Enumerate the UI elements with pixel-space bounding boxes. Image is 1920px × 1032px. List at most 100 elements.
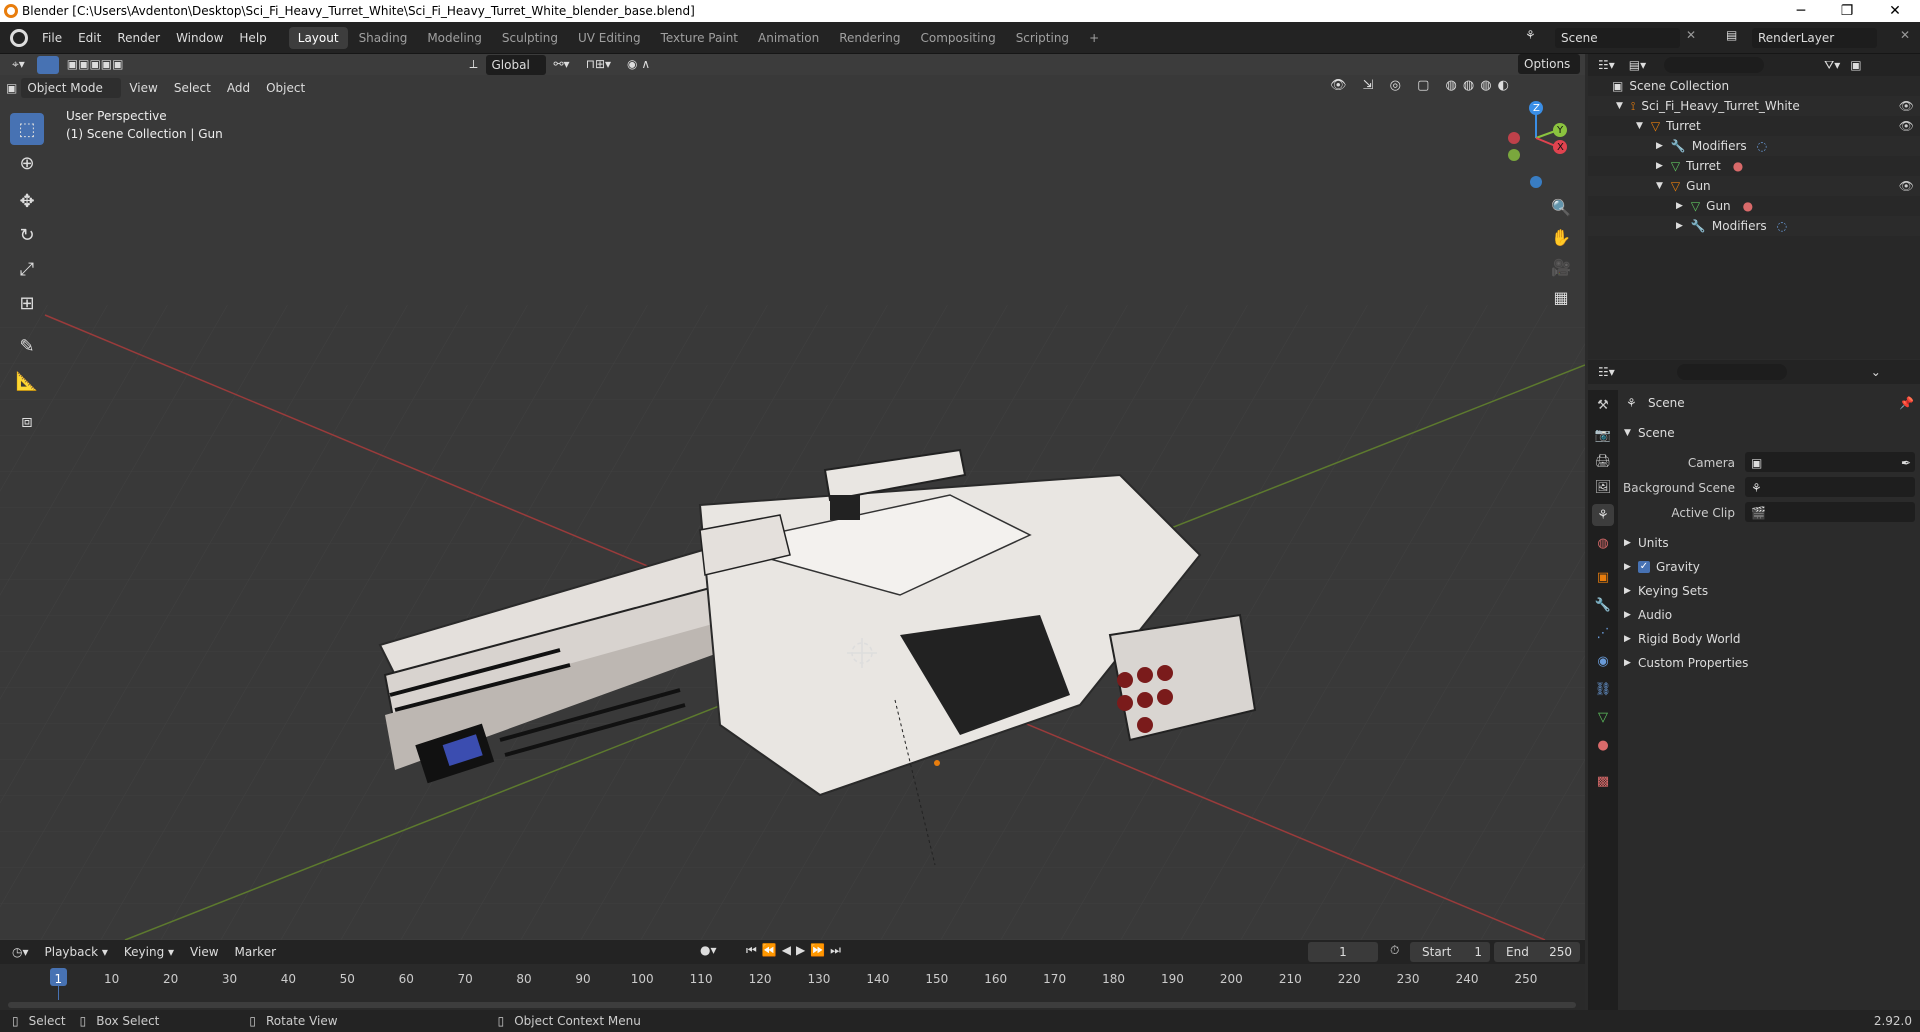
scene-close-icon[interactable]: ✕ — [1686, 28, 1696, 42]
menu-keying[interactable]: Keying ▾ — [116, 942, 182, 963]
3d-viewport[interactable]: Z Y X User Perspective (1) Scene Collect… — [0, 75, 1585, 940]
renderlayer-icon[interactable]: ▤ — [1726, 28, 1737, 42]
scene-panel-header[interactable]: ▼ Scene — [1620, 422, 1920, 444]
minimize-button[interactable]: ─ — [1778, 0, 1824, 22]
tab-layout[interactable]: Layout — [288, 26, 348, 49]
active-clip-field[interactable]: 🎬 — [1745, 502, 1915, 522]
modifier-tab-icon[interactable]: 🔧 — [1592, 594, 1614, 616]
display-mode-icon[interactable]: ▤▾ — [1629, 58, 1646, 72]
proportional-edit-icon[interactable]: ◉ ∧ — [619, 54, 658, 75]
zoom-button[interactable]: 🔍 — [1547, 193, 1575, 221]
annotate-tool[interactable]: ✎ — [10, 330, 44, 362]
gravity-panel-header[interactable]: ▶ ✓ Gravity — [1620, 556, 1920, 578]
pin-icon[interactable]: 📌 — [1899, 392, 1914, 414]
outliner-row[interactable]: ▶ ▽ Gun ● — [1588, 196, 1920, 216]
tab-shading[interactable]: Shading — [350, 27, 417, 49]
particles-tab-icon[interactable]: ⋰ — [1592, 622, 1614, 644]
tab-animation[interactable]: Animation — [749, 27, 828, 49]
start-frame-field[interactable]: Start 1 — [1410, 942, 1490, 962]
rigid-body-world-panel-header[interactable]: ▶ Rigid Body World — [1620, 628, 1920, 650]
timeline-scrollbar[interactable] — [8, 1002, 1576, 1008]
close-button[interactable]: ✕ — [1872, 0, 1918, 22]
menu-view[interactable]: View — [121, 78, 165, 99]
collapse-arrow-icon[interactable]: ▶ — [1656, 136, 1663, 156]
pan-button[interactable]: ✋ — [1547, 223, 1575, 251]
outliner-editor-icon[interactable]: ☷▾ — [1598, 58, 1615, 72]
selection-mode-icons[interactable]: ▣▣▣▣▣ — [59, 54, 132, 75]
outliner-row[interactable]: ▼ ▽ Turret 👁 — [1588, 116, 1920, 136]
menu-timeline-view[interactable]: View — [182, 942, 226, 963]
current-frame-field[interactable]: 1 — [1308, 942, 1378, 962]
cursor-tool[interactable]: ⊕ — [10, 147, 44, 179]
menu-select[interactable]: Select — [166, 78, 219, 99]
expand-arrow-icon[interactable]: ▼ — [1636, 116, 1643, 136]
tab-modeling[interactable]: Modeling — [418, 27, 491, 49]
select-box-tool[interactable]: ⬚ — [10, 113, 44, 145]
background-scene-field[interactable]: ⚘ — [1745, 477, 1915, 497]
tool-tab-icon[interactable]: ⚒ — [1592, 394, 1614, 416]
renderlayer-field[interactable]: RenderLayer — [1752, 28, 1877, 48]
outliner-row[interactable]: ▼ ▽ Gun 👁 — [1588, 176, 1920, 196]
physics-tab-icon[interactable]: ◉ — [1592, 650, 1614, 672]
tab-sculpting[interactable]: Sculpting — [493, 27, 567, 49]
outliner-search-input[interactable] — [1664, 57, 1765, 73]
outliner-row[interactable]: ▶ 🔧 Modifiers ◌ — [1588, 136, 1920, 156]
collapse-arrow-icon[interactable]: ▶ — [1676, 216, 1683, 236]
tab-uv-editing[interactable]: UV Editing — [569, 27, 650, 49]
visibility-eye-icon[interactable]: 👁 — [1899, 116, 1914, 136]
stopwatch-icon[interactable]: ⏱ — [1390, 943, 1399, 958]
data-tab-icon[interactable]: ▽ — [1592, 706, 1614, 728]
texture-tab-icon[interactable]: ▩ — [1592, 770, 1614, 792]
options-dropdown[interactable]: Options — [1518, 54, 1580, 74]
playback-controls[interactable]: ⏮⏪◀▶⏩⏭ — [746, 943, 846, 958]
material-tab-icon[interactable]: ● — [1592, 734, 1614, 756]
units-panel-header[interactable]: ▶ Units — [1620, 532, 1920, 554]
pivot-icon[interactable]: ⚯▾ — [546, 54, 578, 75]
add-workspace-button[interactable]: + — [1080, 27, 1108, 49]
tab-compositing[interactable]: Compositing — [911, 27, 1004, 49]
menu-render[interactable]: Render — [109, 22, 168, 54]
custom-properties-panel-header[interactable]: ▶ Custom Properties — [1620, 652, 1920, 674]
collapse-arrow-icon[interactable]: ▶ — [1676, 196, 1683, 216]
menu-edit[interactable]: Edit — [70, 22, 109, 54]
measure-tool[interactable]: 📐 — [10, 365, 44, 397]
rotate-tool[interactable]: ↻ — [10, 219, 44, 251]
menu-add[interactable]: Add — [219, 78, 258, 99]
constraints-tab-icon[interactable]: ⛓ — [1592, 678, 1614, 700]
ortho-toggle-button[interactable]: ▦ — [1547, 283, 1575, 311]
menu-object[interactable]: Object — [258, 78, 313, 99]
camera-field[interactable]: ▣ ✒ — [1745, 452, 1915, 472]
properties-options-icon[interactable]: ⌄ — [1871, 365, 1881, 379]
properties-editor-icon[interactable]: ☷▾ — [1598, 365, 1615, 379]
auto-keying-icon[interactable]: ●▾ — [700, 943, 717, 957]
menu-file[interactable]: File — [34, 22, 70, 54]
gravity-checkbox[interactable]: ✓ — [1638, 561, 1650, 573]
transform-orientation-dropdown[interactable]: Global — [485, 54, 546, 75]
output-tab-icon[interactable]: 🖨 — [1592, 450, 1614, 472]
renderlayer-close-icon[interactable]: ✕ — [1900, 28, 1910, 42]
blender-menu-icon[interactable] — [10, 28, 28, 47]
object-mode-dropdown[interactable]: Object Mode — [21, 78, 122, 98]
snap-icon[interactable]: ⊓⊞▾ — [578, 54, 619, 75]
view-layer-tab-icon[interactable]: 🖼 — [1592, 476, 1614, 498]
camera-view-button[interactable]: 🎥 — [1547, 253, 1575, 281]
tab-texture-paint[interactable]: Texture Paint — [652, 27, 747, 49]
end-frame-field[interactable]: End 250 — [1494, 942, 1580, 962]
viewport-shading-controls[interactable]: 👁 ⇲ ◎ ▢ ◍◍◍◐ — [1330, 78, 1515, 93]
select-tool-icon[interactable] — [36, 55, 59, 74]
filter-icon[interactable]: ⛛▾ — [1824, 58, 1840, 73]
menu-playback[interactable]: Playback ▾ — [37, 942, 116, 963]
outliner-row[interactable]: ▶ 🔧 Modifiers ◌ — [1588, 216, 1920, 236]
visibility-eye-icon[interactable]: 👁 — [1899, 96, 1914, 116]
expand-arrow-icon[interactable]: ▼ — [1616, 96, 1623, 116]
tab-rendering[interactable]: Rendering — [830, 27, 909, 49]
menu-help[interactable]: Help — [231, 22, 274, 54]
object-tab-icon[interactable]: ▣ — [1592, 566, 1614, 588]
visibility-eye-icon[interactable]: 👁 — [1899, 176, 1914, 196]
outliner-row[interactable]: ▶ ▽ Turret ● — [1588, 156, 1920, 176]
move-tool[interactable]: ✥ — [10, 185, 44, 217]
menu-marker[interactable]: Marker — [227, 942, 284, 963]
collapse-arrow-icon[interactable]: ▶ — [1656, 156, 1663, 176]
outliner-row[interactable]: ▼ ⟟ Sci_Fi_Heavy_Turret_White 👁 — [1588, 96, 1920, 116]
menu-window[interactable]: Window — [168, 22, 231, 54]
